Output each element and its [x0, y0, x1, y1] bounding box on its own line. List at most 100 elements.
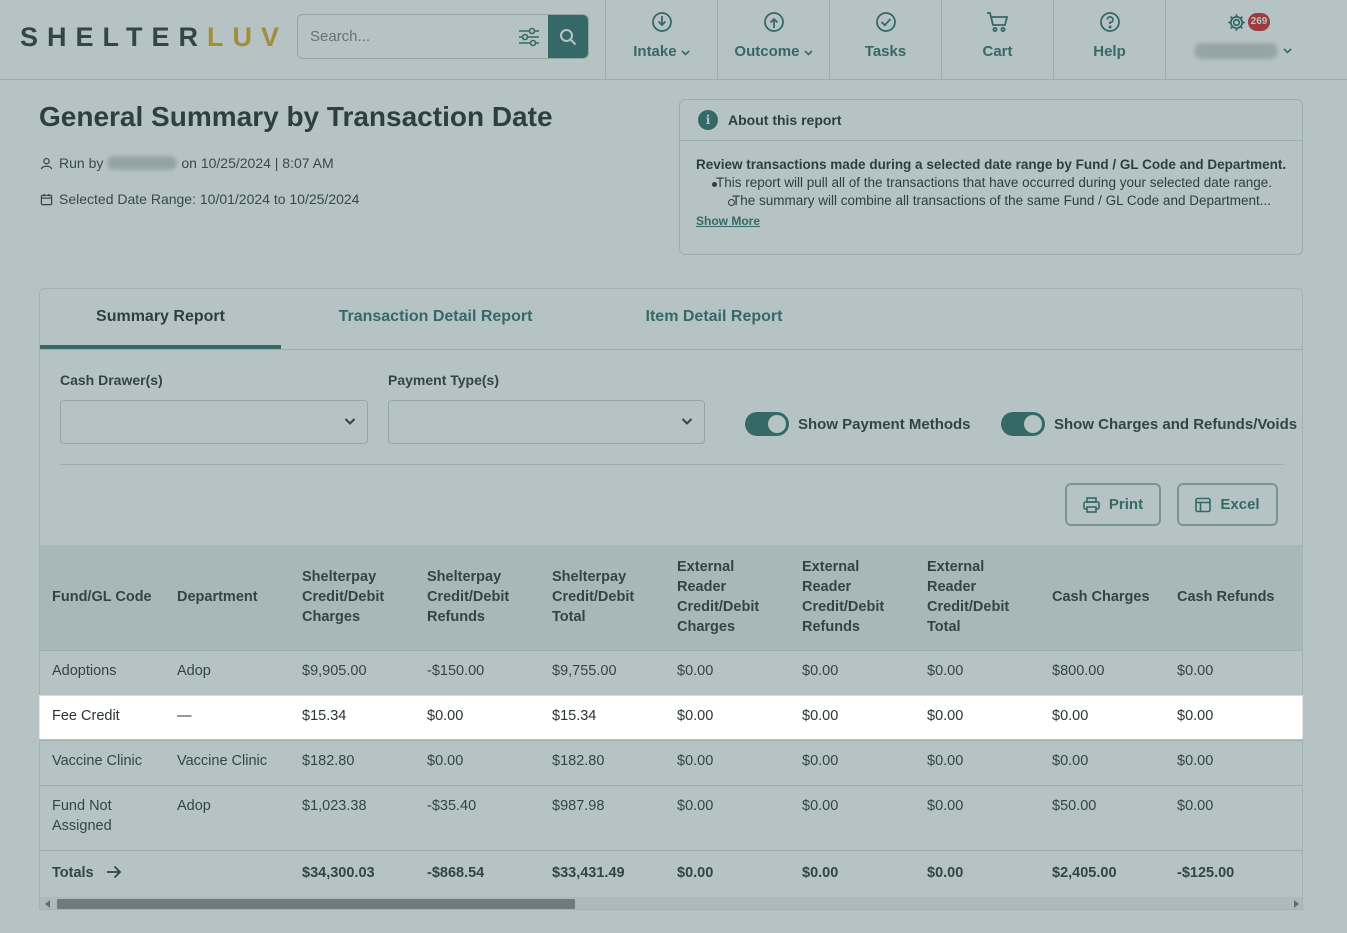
arrow-right-icon[interactable]	[106, 865, 122, 879]
column-header[interactable]: External Reader Credit/Debit Refunds	[790, 545, 915, 651]
search-input[interactable]	[298, 15, 550, 58]
column-header[interactable]: Fund/GL Code	[40, 545, 165, 651]
table-cell: Vaccine Clinic	[165, 740, 290, 786]
table-cell: $0.00	[790, 850, 915, 897]
column-header[interactable]: External Reader Credit/Debit Total	[915, 545, 1040, 651]
gear-icon[interactable]	[1226, 12, 1247, 33]
table-cell: Adop	[165, 650, 290, 696]
printer-icon	[1083, 496, 1100, 513]
notification-badge[interactable]: 269	[1248, 13, 1270, 31]
table-cell: $34,300.03	[290, 850, 415, 897]
table-cell-cutoff	[1290, 785, 1302, 851]
table-cell: $0.00	[790, 695, 915, 741]
outcome-icon	[763, 12, 784, 32]
table-cell: $50.00	[1040, 785, 1165, 851]
dim-overlay-right	[1303, 695, 1347, 739]
table-cell: Fund Not Assigned	[40, 785, 165, 851]
table-cell: $800.00	[1040, 650, 1165, 696]
print-button[interactable]: Print	[1065, 483, 1161, 526]
excel-button[interactable]: Excel	[1177, 483, 1278, 526]
table-cell: $0.00	[415, 695, 540, 741]
table-row-highlighted: Fee Credit — $15.34 $0.00 $15.34 $0.00 $…	[40, 695, 1302, 741]
table-cell: $0.00	[665, 850, 790, 897]
table-row: Vaccine Clinic Vaccine Clinic $182.80 $0…	[40, 740, 1302, 786]
summary-table-container[interactable]: Fund/GL Code Department Shelterpay Credi…	[40, 545, 1302, 897]
tab-summary-report[interactable]: Summary Report	[40, 289, 281, 349]
nav-outcome[interactable]: Outcome	[717, 0, 829, 79]
horizontal-scrollbar[interactable]	[40, 897, 1302, 909]
table-cell: $33,431.49	[540, 850, 665, 897]
table-cell: $0.00	[915, 695, 1040, 741]
date-range-info: Selected Date Range: 10/01/2024 to 10/25…	[40, 191, 359, 207]
scroll-right-arrow-icon[interactable]	[1294, 900, 1299, 908]
column-header[interactable]: Shelterpay Credit/Debit Charges	[290, 545, 415, 651]
top-navigation-bar: SHELTERLUV Intake Outcome Tasks Cart Hel…	[0, 0, 1347, 80]
table-cell: -$35.40	[415, 785, 540, 851]
about-lead: Review transactions made during a select…	[696, 157, 1287, 172]
table-cell: $0.00	[790, 740, 915, 786]
shelterluv-logo[interactable]: SHELTERLUV	[20, 22, 288, 53]
nav-tasks[interactable]: Tasks	[829, 0, 941, 79]
table-cell: $0.00	[915, 650, 1040, 696]
table-cell: $0.00	[790, 650, 915, 696]
dim-overlay-left	[0, 695, 39, 739]
report-card: Summary Report Transaction Detail Report…	[39, 288, 1303, 910]
search-button[interactable]	[548, 15, 588, 58]
show-payment-methods-toggle[interactable]	[745, 412, 789, 436]
cart-icon	[986, 12, 1008, 32]
table-row: Adoptions Adop $9,905.00 -$150.00 $9,755…	[40, 650, 1302, 696]
nav-help[interactable]: Help	[1053, 0, 1165, 79]
table-cell: $0.00	[665, 785, 790, 851]
show-charges-refunds-toggle[interactable]	[1001, 412, 1045, 436]
table-cell-cutoff	[1290, 695, 1302, 741]
column-header[interactable]: Cash Refunds	[1165, 545, 1290, 651]
table-cell: $0.00	[1165, 785, 1290, 851]
table-cell: $0.00	[665, 695, 790, 741]
table-cell: Fee Credit	[40, 695, 165, 741]
table-cell: $0.00	[665, 650, 790, 696]
global-search	[297, 14, 589, 59]
table-cell: $9,755.00	[540, 650, 665, 696]
tab-item-detail-report[interactable]: Item Detail Report	[626, 289, 802, 349]
nav-cart[interactable]: Cart	[941, 0, 1053, 79]
column-header-cutoff	[1290, 545, 1302, 651]
payment-type-label: Payment Type(s)	[388, 372, 499, 388]
column-header[interactable]: Shelterpay Credit/Debit Total	[540, 545, 665, 651]
user-icon	[40, 157, 53, 169]
table-cell: $15.34	[540, 695, 665, 741]
table-cell: $0.00	[915, 740, 1040, 786]
table-cell: -$125.00	[1165, 850, 1290, 897]
table-cell: -$150.00	[415, 650, 540, 696]
chevron-down-icon	[681, 50, 690, 56]
table-cell	[165, 850, 290, 897]
chevron-down-icon	[1283, 48, 1292, 54]
table-cell: $15.34	[290, 695, 415, 741]
scroll-left-arrow-icon[interactable]	[45, 900, 50, 908]
payment-type-select[interactable]	[388, 400, 705, 444]
column-header[interactable]: Department	[165, 545, 290, 651]
column-header[interactable]: External Reader Credit/Debit Charges	[665, 545, 790, 651]
table-cell: $0.00	[1040, 740, 1165, 786]
table-cell: Adop	[165, 785, 290, 851]
table-cell: $0.00	[415, 740, 540, 786]
column-header[interactable]: Cash Charges	[1040, 545, 1165, 651]
table-cell: $2,405.00	[1040, 850, 1165, 897]
table-cell: -$868.54	[415, 850, 540, 897]
column-header[interactable]: Shelterpay Credit/Debit Refunds	[415, 545, 540, 651]
user-menu[interactable]	[1165, 0, 1347, 79]
chevron-down-icon	[681, 418, 693, 425]
table-cell-cutoff	[1290, 850, 1302, 897]
table-cell: $0.00	[790, 785, 915, 851]
scrollbar-thumb[interactable]	[57, 899, 575, 909]
show-more-link[interactable]: Show More	[696, 214, 760, 228]
totals-label-cell[interactable]: Totals	[40, 850, 165, 897]
about-bullet: This report will pull all of the transac…	[696, 175, 1286, 190]
calendar-icon	[40, 193, 53, 205]
table-cell: $182.80	[290, 740, 415, 786]
table-cell-cutoff	[1290, 740, 1302, 786]
report-tabs: Summary Report Transaction Detail Report…	[40, 289, 1302, 350]
cash-drawer-select[interactable]	[60, 400, 368, 444]
filter-sliders-icon[interactable]	[518, 27, 540, 47]
tab-transaction-detail-report[interactable]: Transaction Detail Report	[321, 289, 550, 349]
nav-intake[interactable]: Intake	[605, 0, 717, 79]
